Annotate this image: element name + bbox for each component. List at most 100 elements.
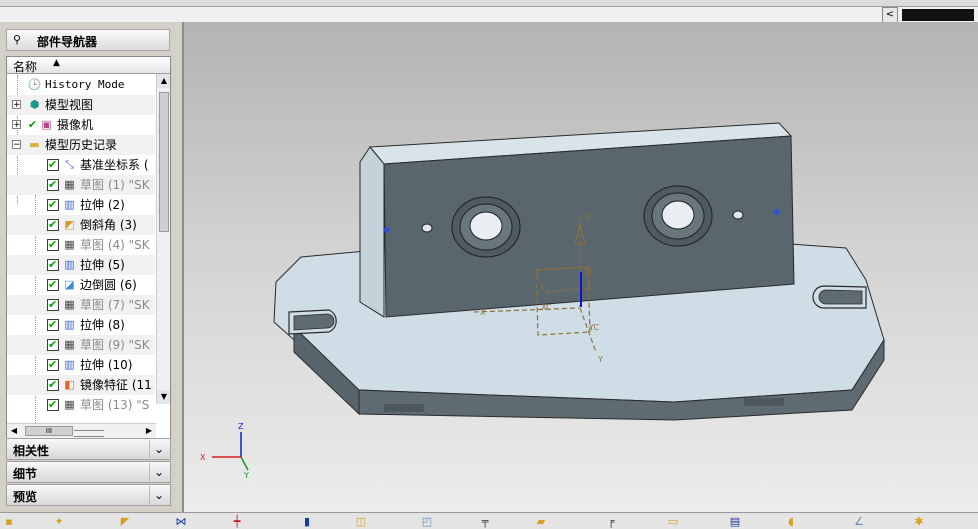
extrude-icon: ▥ [64,258,75,271]
panel-label: 细节 [13,467,38,481]
scroll-thumb[interactable] [902,9,974,21]
panel-dependencies[interactable]: 相关性 ⌄ [6,438,171,460]
feature-checkbox[interactable] [47,155,59,175]
tree-row-extrude-8[interactable]: ▥ 拉伸 (8) [7,315,155,335]
camera-icon: ▣ [41,118,52,131]
scroll-up-arrow-icon[interactable]: ▲ [157,74,170,88]
panel-details[interactable]: 细节 ⌄ [6,461,171,483]
expand-toggle[interactable]: + [12,100,21,110]
tree-row-datum-csys[interactable]: ⤡ 基准坐标系 ( [7,155,155,175]
chevron-down-icon[interactable]: ⌄ [149,486,168,504]
feature-checkbox[interactable] [47,395,59,415]
horizontal-scroll-thumb[interactable]: III [25,426,73,436]
model-canvas[interactable]: Z ZC X XC YC Y Z X Y [184,22,978,512]
feature-checkbox[interactable] [47,275,59,295]
top-toolbar: < [0,0,978,23]
small-hole[interactable] [774,209,780,215]
tree-row-edge-blend-6[interactable]: ◪ 边倒圆 (6) [7,275,155,295]
toolbar-icon[interactable]: ◤ [118,515,132,529]
tree-row-label: History Mode [45,78,125,91]
feature-checkbox[interactable] [47,195,59,215]
toolbar-icon[interactable]: ◰ [420,515,434,529]
scroll-down-arrow-icon[interactable]: ▼ [157,390,170,404]
toolbar-icon[interactable]: ▪ [2,515,16,529]
scroll-left-button[interactable]: < [882,7,898,23]
tree-row-extrude-5[interactable]: ▥ 拉伸 (5) [7,255,155,275]
counterbore-hole-left[interactable] [451,196,521,258]
tree-row-camera[interactable]: + ✔ ▣ 摄像机 [7,115,155,135]
tree-row-model-views[interactable]: + ⬢ 模型视图 [7,95,155,115]
panel-label: 预览 [13,490,38,504]
tree-row-label: 拉伸 (10) [80,358,133,372]
feature-checkbox[interactable] [47,175,59,195]
expand-toggle[interactable]: + [12,120,21,130]
vertical-scroll-thumb[interactable] [159,92,169,232]
feature-checkbox[interactable] [47,355,59,375]
tree-row-label: 镜像特征 (11 [80,378,152,392]
view-triad [212,432,249,471]
toolbar-icon[interactable]: ✱ [912,515,926,529]
feature-checkbox[interactable] [47,235,59,255]
tree-row-sketch-9[interactable]: ▦ 草图 (9) "SK [7,335,155,355]
wcs-label-zc: ZC [584,267,595,276]
datum-csys-icon: ⤡ [65,158,74,171]
column-header-name[interactable]: 名称 ▲ [7,57,170,74]
base-foot [744,398,784,406]
feature-checkbox[interactable] [47,315,59,335]
toolbar-icon[interactable]: ▮ [300,515,314,529]
toolbar-icon[interactable]: ▭ [666,515,680,529]
tree-row-history-mode[interactable]: 🕒 History Mode [7,75,155,95]
triad-label-y: Y [243,471,249,480]
toolbar-icon[interactable]: ▰ [534,515,548,529]
wcs-label-xc: XC [541,303,552,312]
toolbar-icon[interactable]: ◖ [784,515,798,529]
triad-label-z: Z [238,422,244,431]
tree-vertical-scrollbar[interactable]: ▲ ▼ [156,74,170,404]
toolbar-icon[interactable]: ╤ [478,515,492,529]
feature-checkbox[interactable] [47,215,59,235]
tree-row-sketch-13[interactable]: ▦ 草图 (13) "S [7,395,155,415]
chamfer-icon: ◩ [64,218,75,231]
toolbar-icon[interactable]: ┿ [230,515,244,529]
chevron-down-icon[interactable]: ⌄ [149,463,168,481]
scroll-left-arrow-icon[interactable]: ◀ [7,424,21,438]
toolbar-icon[interactable]: ▤ [728,515,742,529]
tree-row-extrude-2[interactable]: ▥ 拉伸 (2) [7,195,155,215]
vertical-plate-end-face[interactable] [359,146,385,318]
toolbar-icon[interactable]: ╒ [604,515,618,529]
collapse-toggle[interactable]: − [12,140,21,150]
wcs-label-y: Y [597,355,603,364]
tree-row-label: 拉伸 (8) [80,318,125,332]
resource-scroll[interactable]: < [882,7,978,23]
small-hole[interactable] [384,227,390,233]
tree-row-sketch-7[interactable]: ▦ 草图 (7) "SK [7,295,155,315]
tree-row-chamfer-3[interactable]: ◩ 倒斜角 (3) [7,215,155,235]
scroll-right-arrow-icon[interactable]: ▶ [142,424,156,438]
splitter-grip[interactable] [74,430,104,437]
tree-row-model-history[interactable]: − ▬ 模型历史记录 [7,135,155,155]
feature-checkbox[interactable] [47,335,59,355]
chevron-down-icon[interactable]: ⌄ [149,440,168,458]
counterbore-hole-right[interactable] [643,185,713,247]
tree-row-mirror-feature-11[interactable]: ◧ 镜像特征 (11 [7,375,155,395]
toolbar-icon[interactable]: ✦ [52,515,66,529]
feature-checkbox[interactable] [47,255,59,275]
sort-ascending-icon: ▲ [53,58,60,68]
feature-checkbox[interactable] [47,375,59,395]
toolbar-icon[interactable]: ◫ [354,515,368,529]
tree-row-label: 拉伸 (2) [80,198,125,212]
tree-row-sketch-1[interactable]: ▦ 草图 (1) "SK [7,175,155,195]
toolbar-icon[interactable]: ⋈ [174,515,188,529]
tree-row-label: 基准坐标系 ( [80,158,149,172]
sketch-icon: ▦ [64,238,75,251]
graphics-viewport[interactable]: Z ZC X XC YC Y Z X Y [184,22,978,512]
pin-icon[interactable]: ⚲ [13,33,21,46]
small-hole[interactable] [421,223,433,233]
tree-row-extrude-10[interactable]: ▥ 拉伸 (10) [7,355,155,375]
tree-row-sketch-4[interactable]: ▦ 草图 (4) "SK [7,235,155,255]
feature-checkbox[interactable] [47,295,59,315]
panel-preview[interactable]: 预览 ⌄ [6,484,171,506]
small-hole[interactable] [732,210,744,220]
extrude-icon: ▥ [64,358,75,371]
toolbar-icon[interactable]: ∠ [852,515,866,529]
